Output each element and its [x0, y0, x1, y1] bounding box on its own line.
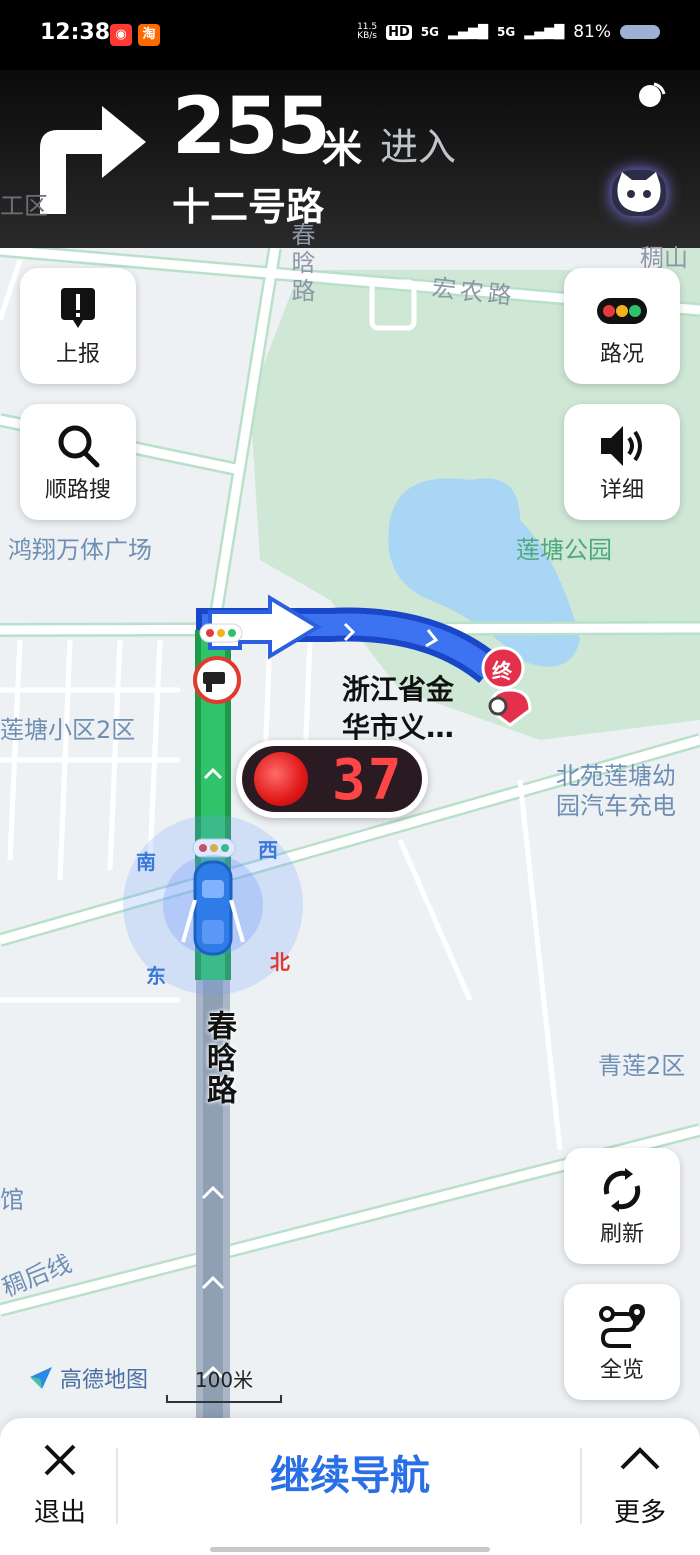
home-indicator[interactable]	[210, 1547, 490, 1552]
end-marker-label[interactable]: 终	[492, 655, 512, 684]
refresh-label: 刷新	[599, 1222, 644, 1247]
traffic-light-countdown: 37	[236, 740, 428, 818]
traffic-light-icon	[597, 298, 647, 324]
map-label-liantang-xiaoqu: 莲塘小区2区	[0, 716, 136, 744]
report-button[interactable]: 上报	[20, 268, 136, 384]
signal-5g-icon: 5G	[420, 25, 439, 39]
signal-5g-icon-2: 5G	[497, 25, 516, 39]
brand-name: 高德地图	[60, 1368, 149, 1393]
continue-navigation-button[interactable]: 继续导航	[180, 1436, 520, 1516]
report-label: 上报	[55, 342, 100, 367]
gps-signal-icon[interactable]	[636, 80, 666, 110]
detail-label: 详细	[599, 478, 644, 503]
voice-detail-button[interactable]: 详细	[564, 404, 680, 520]
traffic-label: 路况	[599, 342, 644, 367]
status-bar: 12:38 ◉ 淘 11.5 KB/s HD 5G ▂▄▆█ 5G ▂▄▆█ 8…	[0, 0, 700, 70]
status-time: 12:38	[40, 20, 111, 45]
bottom-action-bar: 退出 继续导航 更多	[0, 1418, 700, 1555]
map-label-district: 工区	[0, 192, 48, 220]
assistant-mascot-icon	[617, 172, 661, 212]
map-label-beiyuan-2: 园汽车充电	[556, 792, 676, 820]
map-label-qinglian: 青莲2区	[598, 1052, 686, 1080]
compass-east: 东	[146, 964, 166, 988]
turn-action: 进入	[380, 125, 457, 169]
compass-west: 西	[258, 838, 278, 862]
chevron-up-icon	[620, 1447, 660, 1470]
turn-right-icon	[40, 106, 146, 214]
app-notification-icon: ◉	[110, 24, 132, 46]
destination-label-line1[interactable]: 浙江省金	[342, 668, 454, 708]
overview-button[interactable]: 全览	[564, 1284, 680, 1400]
refresh-button[interactable]: 刷新	[564, 1148, 680, 1264]
amap-logo-icon	[30, 1367, 52, 1389]
amap-logo: 高德地图	[28, 1362, 148, 1394]
map-label-current-road: 春晗路	[201, 1010, 236, 1106]
battery-icon	[620, 25, 660, 39]
more-button[interactable]: 更多	[598, 1436, 682, 1536]
countdown-seconds: 37	[332, 748, 404, 813]
compass-north: 北	[270, 950, 290, 974]
map-label-guan: 馆	[0, 1186, 24, 1214]
close-icon	[44, 1444, 76, 1476]
navigation-banner: 255 米 进入 十二号路	[0, 70, 700, 248]
scale-label: 100米	[194, 1368, 254, 1392]
traffic-button[interactable]: 路况	[564, 268, 680, 384]
refresh-icon	[603, 1168, 641, 1212]
map-scale: 100米	[166, 1364, 282, 1403]
divider-left	[116, 1448, 118, 1524]
hd-icon: HD	[386, 24, 412, 40]
search-icon	[58, 425, 100, 468]
speaker-icon	[601, 426, 642, 466]
map-label-hongxiang-plaza: 鸿翔万体广场	[8, 536, 152, 564]
more-label: 更多	[613, 1498, 666, 1528]
voice-assistant-button[interactable]	[612, 170, 666, 216]
red-light-icon	[254, 752, 308, 806]
map-label-liantang-park: 莲塘公园	[516, 536, 612, 564]
overview-label: 全览	[599, 1358, 644, 1383]
exit-navigation-button[interactable]: 退出	[18, 1436, 102, 1536]
status-indicators: 11.5 KB/s HD 5G ▂▄▆█ 5G ▂▄▆█ 81%	[357, 22, 660, 42]
compass-south: 南	[136, 850, 156, 874]
network-speed: 11.5 KB/s	[357, 22, 378, 41]
signal-bars-icon-2: ▂▄▆█	[524, 24, 565, 40]
search-along-route-button[interactable]: 顺路搜	[20, 404, 136, 520]
distance-value: 255	[172, 82, 331, 172]
search-along-label: 顺路搜	[44, 478, 111, 503]
divider-right	[580, 1448, 582, 1524]
report-alert-icon	[61, 288, 95, 328]
battery-percent: 81%	[573, 22, 611, 42]
signal-bars-icon: ▂▄▆█	[448, 24, 488, 40]
distance-unit: 米	[322, 126, 362, 172]
exit-label: 退出	[33, 1498, 86, 1528]
route-overview-icon	[599, 1304, 645, 1348]
taobao-notification-icon: 淘	[138, 24, 160, 46]
map-label-chunhan-north: 春晗路	[287, 222, 315, 306]
